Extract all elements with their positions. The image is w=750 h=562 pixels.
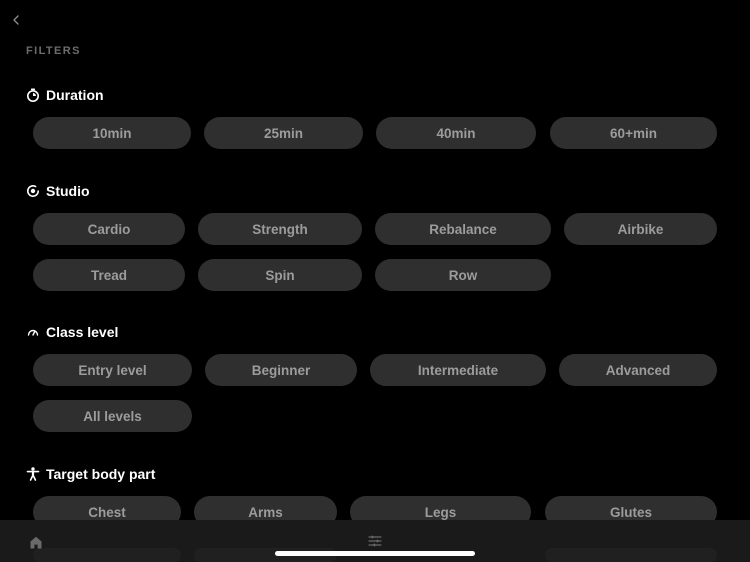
studio-section-title: Studio xyxy=(26,182,90,200)
home-tab[interactable] xyxy=(27,533,45,551)
sliders-icon xyxy=(368,535,382,547)
filters-heading: FILTERS xyxy=(26,45,81,57)
class-level-label: Class level xyxy=(46,324,119,340)
duration-chip-60-plus-min[interactable]: 60+min xyxy=(550,117,717,149)
person-icon xyxy=(26,467,40,481)
home-icon xyxy=(30,536,42,548)
chevron-left-icon xyxy=(13,15,19,25)
home-indicator xyxy=(275,551,475,556)
filters-tab[interactable] xyxy=(366,532,384,550)
duration-label: Duration xyxy=(46,87,104,103)
studio-chip-cardio[interactable]: Cardio xyxy=(33,213,185,245)
level-chip-beginner[interactable]: Beginner xyxy=(205,354,357,386)
studio-chip-tread[interactable]: Tread xyxy=(33,259,185,291)
back-button[interactable] xyxy=(8,12,24,28)
level-chip-entry-level[interactable]: Entry level xyxy=(33,354,192,386)
scroll-fade-shape xyxy=(33,548,181,562)
studio-chip-airbike[interactable]: Airbike xyxy=(564,213,717,245)
level-chip-intermediate[interactable]: Intermediate xyxy=(370,354,546,386)
level-chip-advanced[interactable]: Advanced xyxy=(559,354,717,386)
studio-chip-spin[interactable]: Spin xyxy=(198,259,362,291)
class-level-section-title: Class level xyxy=(26,323,118,341)
studio-icon xyxy=(26,184,40,198)
studio-chip-row[interactable]: Row xyxy=(375,259,551,291)
scroll-fade-shape xyxy=(545,548,717,562)
target-body-part-section-title: Target body part xyxy=(26,465,155,483)
duration-chip-10min[interactable]: 10min xyxy=(33,117,191,149)
duration-chip-25min[interactable]: 25min xyxy=(204,117,363,149)
target-body-part-label: Target body part xyxy=(46,466,156,482)
stopwatch-icon xyxy=(26,88,40,102)
level-chip-all-levels[interactable]: All levels xyxy=(33,400,192,432)
duration-chip-40min[interactable]: 40min xyxy=(376,117,536,149)
gauge-icon xyxy=(26,325,40,339)
studio-chip-strength[interactable]: Strength xyxy=(198,213,362,245)
studio-label: Studio xyxy=(46,183,90,199)
duration-section-title: Duration xyxy=(26,86,104,104)
studio-chip-rebalance[interactable]: Rebalance xyxy=(375,213,551,245)
